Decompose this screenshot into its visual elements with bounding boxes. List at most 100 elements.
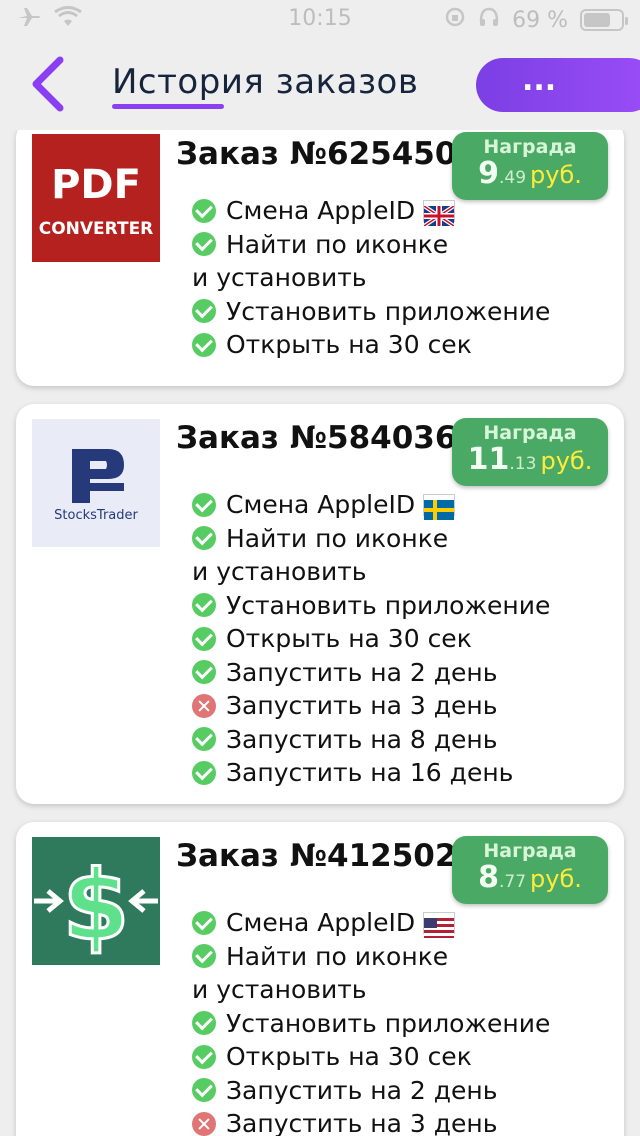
task-label: Открыть на 30 сек <box>226 330 472 359</box>
task-label: Смена AppleID <box>226 196 416 225</box>
svg-text:$: $ <box>63 850 130 962</box>
check-icon <box>192 1078 216 1103</box>
task-label: Установить приложение <box>226 590 551 620</box>
task-label: Найти по иконке <box>226 229 449 259</box>
headphones-icon <box>478 6 500 34</box>
uk-flag-icon <box>422 199 456 228</box>
task-item: Запустить на 16 день <box>176 756 616 790</box>
task-item-continuation: и установить <box>176 555 616 589</box>
status-right: 69 % <box>444 6 628 34</box>
task-item: Открыть на 30 сек <box>176 1040 616 1074</box>
task-item: Найти по иконке <box>176 228 616 262</box>
usa-flag-icon <box>423 911 456 938</box>
task-label: Установить приложение <box>226 296 551 326</box>
reward-label: Награда <box>483 136 577 158</box>
reward-currency: руб. <box>530 161 582 189</box>
task-label: Найти по иконке <box>226 941 449 971</box>
task-label: Найти по иконке <box>226 523 449 553</box>
reward-amount: 11.13 руб. <box>452 442 608 477</box>
order-number: Заказ №625450 <box>176 136 457 172</box>
order-number: Заказ №584036 <box>176 420 457 456</box>
stockstrader-app-icon: StocksTrader <box>32 419 160 547</box>
task-item: Установить приложение <box>176 589 616 623</box>
task-label: Запустить на 2 день <box>226 1075 498 1105</box>
icon-text-converter: CONVERTER <box>39 219 154 239</box>
check-icon <box>192 593 216 618</box>
check-icon <box>192 727 216 752</box>
wifi-icon <box>54 6 82 34</box>
task-item: Найти по иконке <box>176 522 616 556</box>
check-icon <box>192 626 216 651</box>
airplane-mode-icon <box>16 6 42 34</box>
task-item: Смена AppleID <box>176 906 616 940</box>
reward-badge: Награда 8.77 руб. <box>452 836 608 904</box>
task-item: Запустить на 8 день <box>176 723 616 757</box>
reward-int: 8 <box>478 860 499 895</box>
task-label: Запустить на 3 день <box>226 1109 498 1136</box>
reward-currency: руб. <box>530 865 582 893</box>
cross-icon <box>192 693 216 718</box>
task-item: Открыть на 30 сек <box>176 328 616 362</box>
header: История заказов ... <box>0 40 640 130</box>
reward-amount: 8.77 руб. <box>452 860 608 895</box>
task-label: Смена AppleID <box>226 490 416 519</box>
task-item: Установить приложение <box>176 295 616 329</box>
check-icon <box>192 526 216 551</box>
task-item: Смена AppleID <box>176 488 616 522</box>
icon-text-pdf: PDF <box>51 162 141 208</box>
page-title: История заказов <box>112 62 419 102</box>
order-list[interactable]: PDF CONVERTER Заказ №625450 Награда 9.49… <box>0 130 640 1136</box>
order-card[interactable]: $ Заказ №412502 Награда 8.77 руб. Смена A… <box>16 822 624 1136</box>
reward-int: 11 <box>467 442 510 477</box>
task-label: Запустить на 3 день <box>226 691 498 720</box>
sweden-flag-icon <box>423 493 456 520</box>
reward-amount: 9.49 руб. <box>452 156 608 191</box>
task-item: Запустить на 3 день <box>176 1107 616 1136</box>
orientation-lock-icon <box>444 6 466 34</box>
task-item: Запустить на 3 день <box>176 689 616 723</box>
task-item: Смена AppleID <box>176 194 616 228</box>
battery-icon <box>580 9 628 31</box>
task-label: Установить приложение <box>226 1008 551 1038</box>
task-list: Смена AppleID Найти по иконке и установи… <box>176 194 616 362</box>
icon-text-stockstrader: StocksTrader <box>54 508 138 523</box>
order-card[interactable]: StocksTrader Заказ №584036 Награда 11.13… <box>16 404 624 804</box>
check-icon <box>192 1011 216 1036</box>
order-number: Заказ №412502 <box>176 838 457 874</box>
reward-label: Награда <box>483 840 577 862</box>
more-button[interactable]: ... <box>476 58 640 112</box>
task-item: Запустить на 2 день <box>176 1074 616 1108</box>
task-label: и установить <box>192 557 367 586</box>
task-label: Открыть на 30 сек <box>226 624 472 653</box>
check-icon <box>192 1044 216 1069</box>
task-label: Открыть на 30 сек <box>226 1042 472 1071</box>
check-icon <box>192 198 216 223</box>
check-icon <box>192 910 216 935</box>
dollar-converter-app-icon: $ <box>32 837 160 965</box>
cross-icon <box>192 1111 216 1136</box>
check-icon <box>192 332 216 357</box>
check-icon <box>192 232 216 257</box>
reward-int: 9 <box>478 156 499 191</box>
check-icon <box>192 760 216 785</box>
back-button[interactable] <box>26 54 72 114</box>
task-label: Смена AppleID <box>226 908 416 937</box>
battery-percent: 69 % <box>512 7 568 33</box>
reward-badge: Награда 11.13 руб. <box>452 418 608 486</box>
task-label: Запустить на 16 день <box>226 758 514 787</box>
task-item: Открыть на 30 сек <box>176 622 616 656</box>
task-item: Найти по иконке <box>176 940 616 974</box>
task-label: и установить <box>192 975 367 1004</box>
task-list: Смена AppleID Найти по иконке и установи… <box>176 906 616 1136</box>
status-left <box>16 6 82 34</box>
task-item-continuation: и установить <box>176 261 616 295</box>
order-card[interactable]: PDF CONVERTER Заказ №625450 Награда 9.49… <box>16 130 624 386</box>
reward-currency: руб. <box>540 447 593 475</box>
reward-frac: .13 <box>509 454 537 474</box>
task-list: Смена AppleID Найти по иконке и установи… <box>176 488 616 790</box>
task-label: Запустить на 8 день <box>226 724 498 754</box>
status-bar: 10:15 69 % <box>0 0 640 40</box>
task-item-continuation: и установить <box>176 973 616 1007</box>
task-label: Запустить на 2 день <box>226 657 498 687</box>
task-item: Установить приложение <box>176 1007 616 1041</box>
